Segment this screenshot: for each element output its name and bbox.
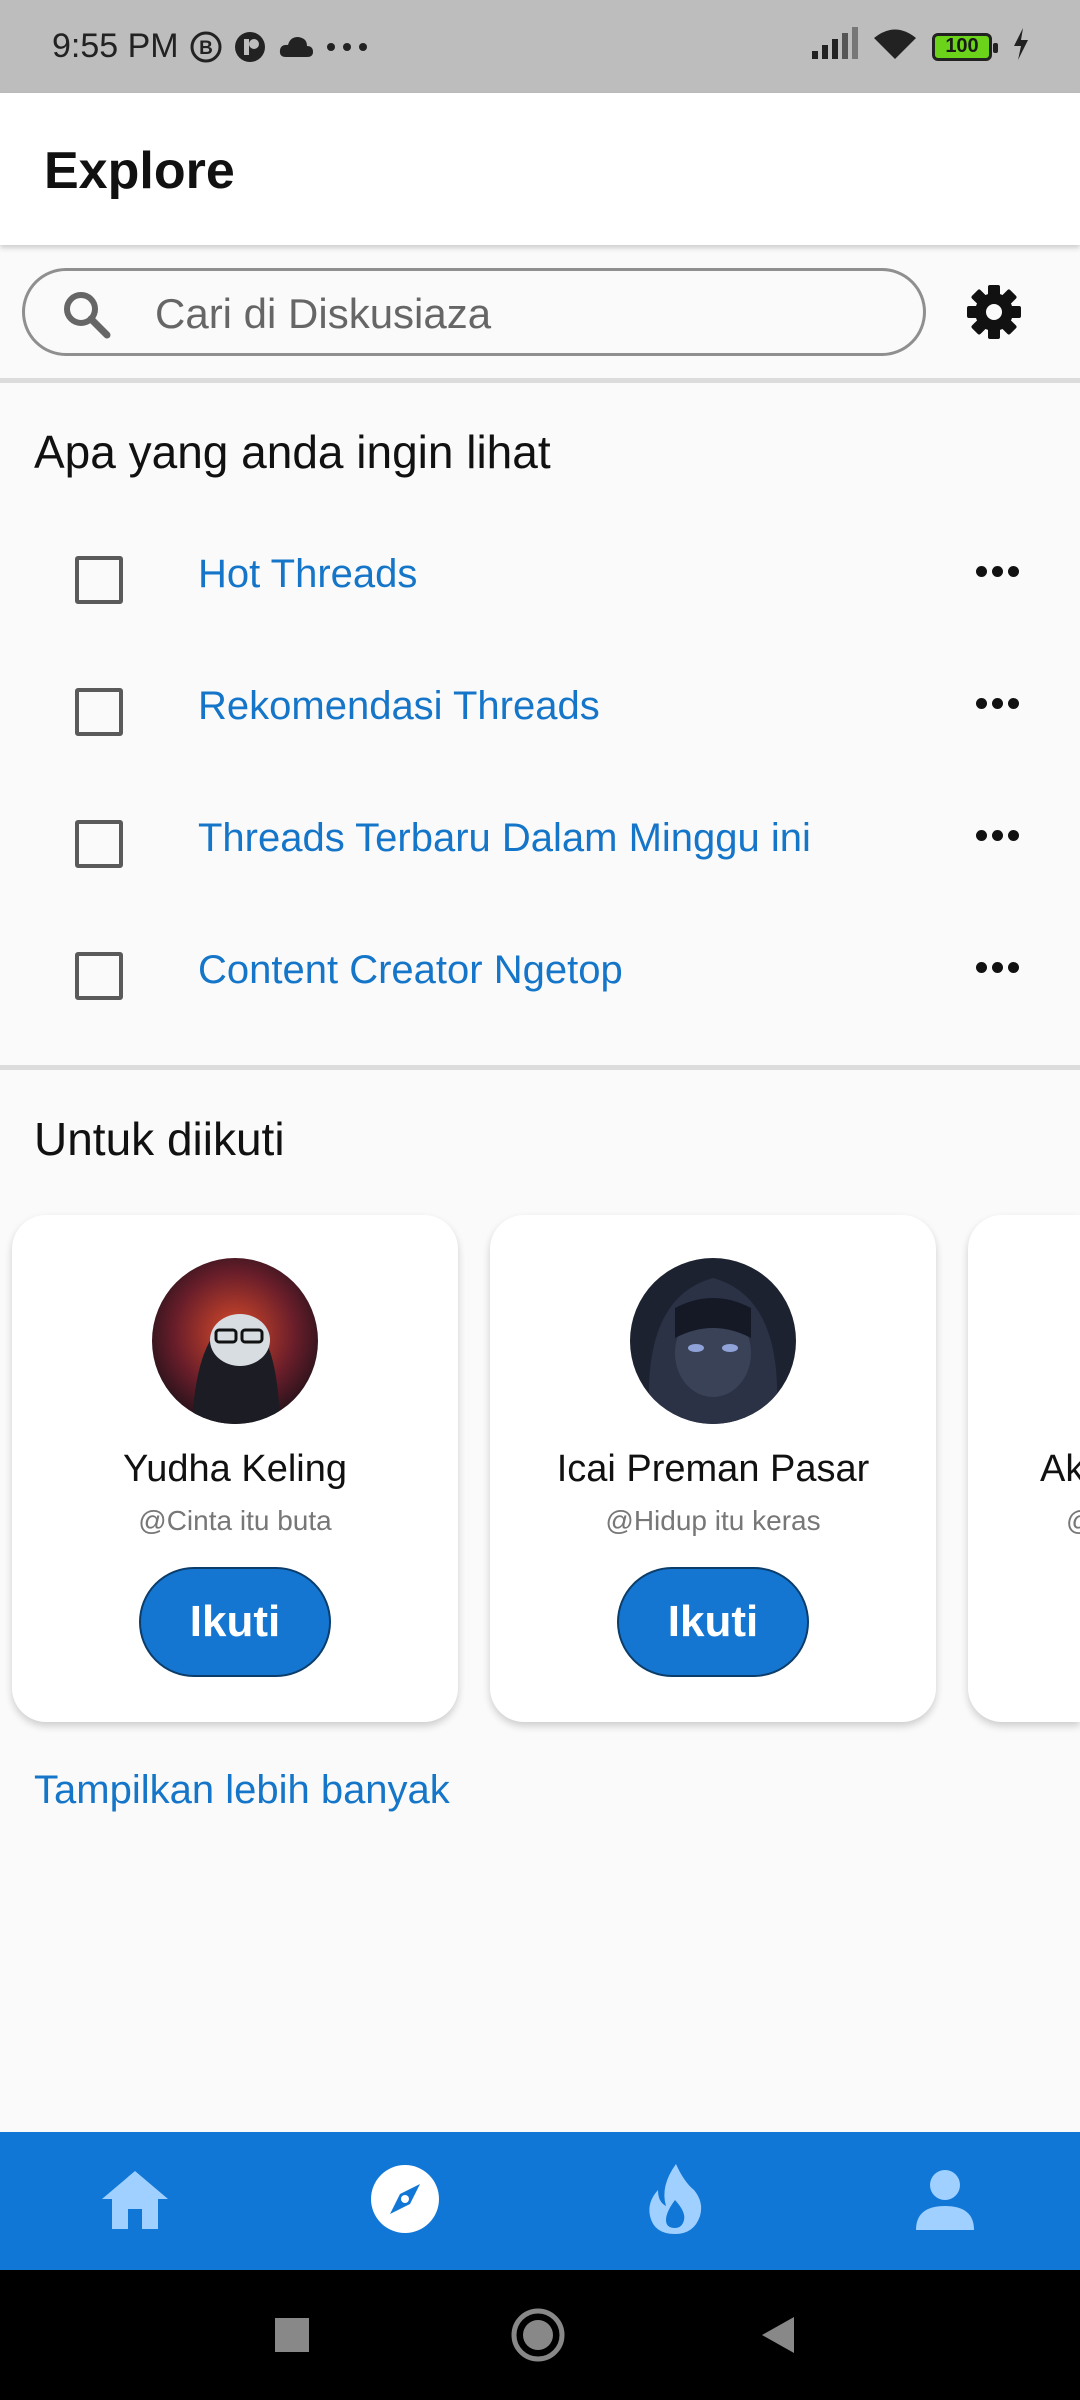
nav-explore[interactable] (270, 2132, 540, 2270)
b-badge-icon: B (189, 30, 223, 64)
nav-profile[interactable] (810, 2132, 1080, 2270)
app-notification-icon (233, 30, 267, 64)
option-label[interactable]: Content Creator Ngetop (198, 948, 623, 993)
more-options-icon[interactable] (976, 962, 1019, 973)
home-icon (100, 2167, 170, 2236)
checkbox[interactable] (75, 688, 123, 736)
user-handle: @Cinta itu buta (138, 1505, 332, 1536)
more-notifications-icon (325, 41, 369, 53)
user-name: Ak (1040, 1448, 1080, 1490)
nav-home[interactable] (0, 2132, 270, 2270)
filter-option-rekomendasi[interactable]: Rekomendasi Threads (0, 648, 1080, 780)
back-button[interactable] (718, 2270, 838, 2400)
recents-button[interactable] (232, 2270, 352, 2400)
explore-icon (370, 2164, 440, 2239)
status-bar: 9:55 PM B 100 (0, 0, 1080, 93)
user-card[interactable]: Yudha Keling @Cinta itu buta Ikuti (12, 1215, 458, 1722)
follow-button[interactable]: Ikuti (617, 1567, 809, 1677)
filter-option-terbaru[interactable]: Threads Terbaru Dalam Minggu ini (0, 780, 1080, 912)
wifi-icon (872, 27, 918, 66)
follow-title: Untuk diikuti (34, 1113, 285, 1165)
search-bar[interactable] (22, 268, 926, 356)
battery-icon: 100 (932, 32, 998, 61)
option-label[interactable]: Threads Terbaru Dalam Minggu ini (198, 816, 811, 861)
user-handle: @Hidup itu keras (605, 1505, 821, 1536)
home-button[interactable] (478, 2270, 598, 2400)
svg-text:B: B (199, 38, 213, 59)
more-options-icon[interactable] (976, 698, 1019, 709)
search-icon (61, 289, 113, 346)
avatar[interactable] (152, 1258, 318, 1424)
system-nav-bar (0, 2270, 1080, 2400)
battery-level: 100 (945, 35, 979, 57)
show-more-link[interactable]: Tampilkan lebih banyak (34, 1768, 450, 1813)
checkbox[interactable] (75, 952, 123, 1000)
user-card[interactable]: Ak @ (968, 1215, 1080, 1722)
divider (0, 378, 1080, 383)
divider (0, 1065, 1080, 1070)
nav-hot[interactable] (540, 2132, 810, 2270)
checkbox[interactable] (75, 556, 123, 604)
fire-icon (646, 2162, 704, 2241)
checkbox[interactable] (75, 820, 123, 868)
charging-icon (1012, 28, 1030, 65)
more-options-icon[interactable] (976, 566, 1019, 577)
signal-icon (810, 27, 858, 66)
option-label[interactable]: Rekomendasi Threads (198, 684, 600, 729)
app-bar: Explore (0, 93, 1080, 245)
user-name: Yudha Keling (123, 1448, 347, 1490)
more-options-icon[interactable] (976, 830, 1019, 841)
user-handle: @ (1066, 1505, 1080, 1537)
cloud-icon (277, 33, 315, 61)
filter-option-hot-threads[interactable]: Hot Threads (0, 516, 1080, 648)
follow-button[interactable]: Ikuti (139, 1567, 331, 1677)
status-time: 9:55 PM (52, 27, 179, 65)
user-card[interactable]: Icai Preman Pasar @Hidup itu keras Ikuti (490, 1215, 936, 1722)
option-label[interactable]: Hot Threads (198, 552, 417, 597)
search-input[interactable] (153, 283, 897, 345)
filter-option-content-creator[interactable]: Content Creator Ngetop (0, 912, 1080, 1044)
gear-icon[interactable] (964, 282, 1024, 347)
person-icon (914, 2168, 976, 2235)
filters-title: Apa yang anda ingin lihat (34, 426, 551, 478)
user-name: Icai Preman Pasar (556, 1448, 870, 1490)
page-title: Explore (44, 142, 235, 200)
avatar[interactable] (630, 1258, 796, 1424)
search-row (0, 248, 1080, 378)
bottom-nav (0, 2132, 1080, 2270)
